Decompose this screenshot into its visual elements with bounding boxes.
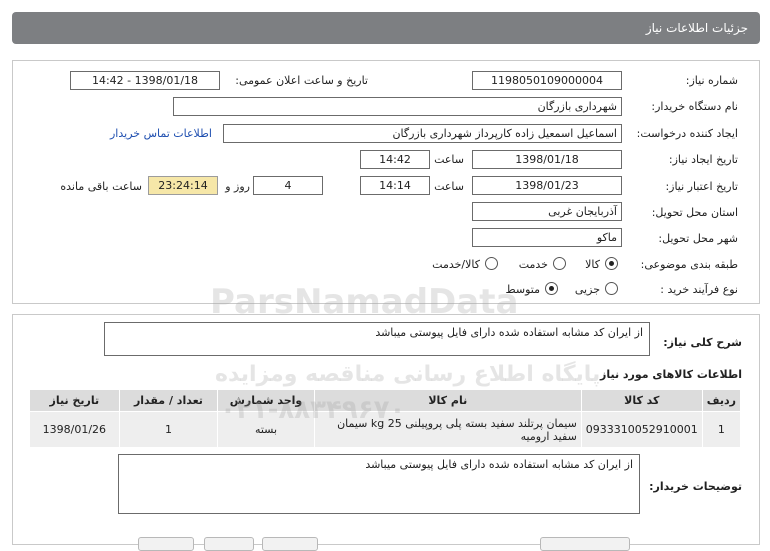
create-time-field: 14:42	[360, 150, 430, 169]
bottom-button-1[interactable]	[138, 537, 194, 551]
col-date: تاریخ نیاز	[29, 389, 120, 412]
creator-field: اسماعیل اسمعیل زاده کارپرداز شهرداری باز…	[223, 124, 622, 143]
col-unit: واحد شمارش	[217, 389, 315, 412]
validity-date-field: 1398/01/23	[472, 176, 622, 195]
buyer-notes-box: از ایران کد مشابه استفاده شده دارای فایل…	[118, 454, 640, 514]
bottom-button-4[interactable]	[540, 537, 630, 551]
col-code: کد کالا	[580, 389, 703, 412]
category-service-label: خدمت	[518, 258, 548, 271]
days-label: روز و	[225, 180, 250, 193]
process-label: نوع فرآیند خرید :	[660, 283, 738, 296]
goods-table: ردیف کد کالا نام کالا واحد شمارش تعداد /…	[29, 389, 742, 448]
validity-time-field: 14:14	[360, 176, 430, 195]
remaining-time-field: 23:24:14	[148, 176, 218, 195]
goods-title: اطلاعات کالاهای مورد نیاز	[600, 368, 742, 381]
validity-time-label: ساعت	[434, 180, 464, 193]
city-field: ماکو	[472, 228, 622, 247]
category-both-radio[interactable]	[485, 257, 498, 270]
page-header: جزئیات اطلاعات نیاز	[12, 12, 760, 44]
city-label: شهر محل تحویل:	[658, 232, 738, 245]
contact-buyer-link[interactable]: اطلاعات تماس خریدار	[110, 127, 212, 140]
create-date-field: 1398/01/18	[472, 150, 622, 169]
cell-name: سیمان پرتلند سفید بسته پلی پروپیلنی 25 k…	[313, 411, 582, 448]
days-field: 4	[253, 176, 323, 195]
announce-field: 1398/01/18 - 14:42	[70, 71, 220, 90]
buyer-org-label: نام دستگاه خریدار:	[651, 100, 738, 113]
process-minor-label: جزیی	[574, 283, 600, 296]
bottom-button-3[interactable]	[262, 537, 318, 551]
process-minor-radio[interactable]	[605, 282, 618, 295]
process-medium-label: متوسط	[505, 283, 540, 296]
cell-unit: بسته	[217, 411, 315, 448]
page-title: جزئیات اطلاعات نیاز	[645, 21, 748, 35]
cell-date: 1398/01/26	[29, 411, 120, 448]
col-qty: تعداد / مقدار	[118, 389, 219, 412]
col-name: نام کالا	[313, 389, 582, 412]
creator-label: ایجاد کننده درخواست:	[636, 127, 738, 140]
col-row: ردیف	[701, 389, 742, 412]
remaining-label: ساعت باقی مانده	[60, 180, 142, 193]
create-date-label: تاریخ ایجاد نیاز:	[668, 153, 738, 166]
create-time-label: ساعت	[434, 153, 464, 166]
need-number-field: 1198050109000004	[472, 71, 622, 90]
category-label: طبقه بندی موضوعی:	[640, 258, 738, 271]
province-field: آذربایجان غربی	[472, 202, 622, 221]
announce-label: تاریخ و ساعت اعلان عمومی:	[235, 74, 368, 87]
goods-table-header: ردیف کد کالا نام کالا واحد شمارش تعداد /…	[29, 389, 742, 412]
category-both-label: کالا/خدمت	[432, 258, 480, 271]
category-service-radio[interactable]	[553, 257, 566, 270]
category-goods-label: کالا	[585, 258, 600, 271]
buyer-notes-label: توضیحات خریدار:	[649, 480, 742, 493]
summary-label: شرح کلی نیاز:	[663, 336, 742, 349]
category-goods-radio[interactable]	[605, 257, 618, 270]
cell-row: 1	[701, 411, 742, 448]
cell-qty: 1	[118, 411, 219, 448]
province-label: استان محل تحویل:	[651, 206, 738, 219]
need-number-label: شماره نیاز:	[685, 74, 738, 87]
validity-label: تاریخ اعتبار نیاز:	[665, 180, 738, 193]
buyer-org-field: شهرداری بازرگان	[173, 97, 622, 116]
summary-box: از ایران کد مشابه استفاده شده دارای فایل…	[104, 322, 650, 356]
process-medium-radio[interactable]	[545, 282, 558, 295]
cell-code: 0933310052910001	[580, 411, 703, 448]
bottom-button-2[interactable]	[204, 537, 254, 551]
table-row: 1 0933310052910001 سیمان پرتلند سفید بست…	[29, 411, 742, 448]
